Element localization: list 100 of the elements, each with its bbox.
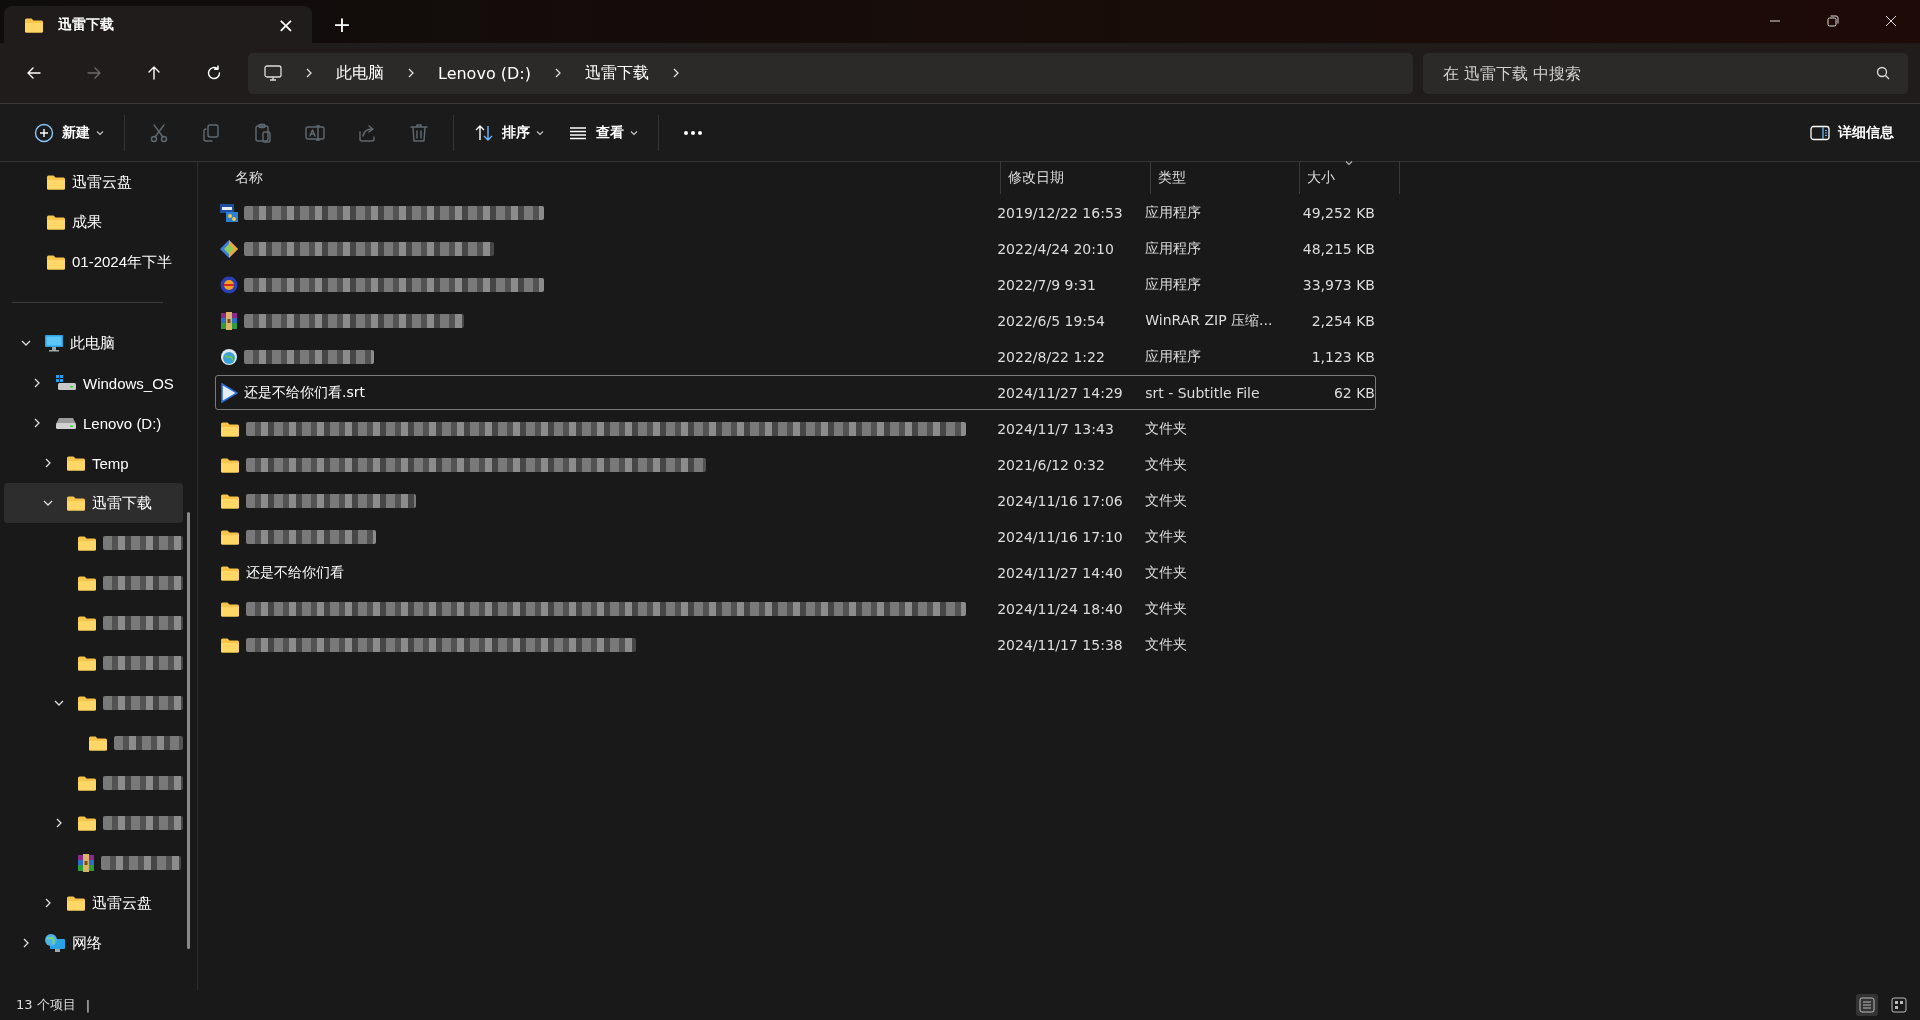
table-cell-text: 62 KB	[1332, 384, 1375, 401]
application-icon	[220, 239, 238, 258]
plus-circle-icon	[34, 122, 54, 143]
file-row[interactable]: 2024/11/16 17:06 文件夹	[215, 483, 1376, 518]
table-cell-text: 2024/11/16 17:10	[996, 528, 1124, 545]
folder-icon	[66, 495, 86, 511]
file-row[interactable]: 2024/11/7 13:43 文件夹	[215, 411, 1376, 446]
item-count: 13 个项目	[16, 996, 76, 1014]
table-cell-text: 应用程序	[1144, 239, 1203, 258]
tab[interactable]: 迅雷下载 ×	[4, 6, 312, 43]
archive-icon	[220, 311, 238, 330]
trash-icon	[409, 122, 429, 143]
table-cell-text: 33,973 KB	[1301, 276, 1375, 293]
folder-icon	[220, 564, 240, 581]
folder-icon	[77, 775, 97, 791]
file-row[interactable]: 2024/11/17 15:38 文件夹	[215, 627, 1376, 662]
clipboard-icon	[253, 122, 273, 143]
table-cell-text: 2021/6/12 0:32	[996, 456, 1106, 473]
monitor-icon	[44, 334, 64, 352]
table-cell-text: 应用程序	[1144, 275, 1203, 294]
breadcrumb-item[interactable]: 迅雷下载	[584, 62, 649, 84]
tiles-view-button[interactable]	[1888, 994, 1910, 1016]
refresh-icon	[206, 65, 222, 81]
file-row[interactable]: 还是不给你们看.srt 2024/11/27 14:29 srt - Subtitle File 62 KB	[215, 375, 1376, 410]
folder-icon	[66, 455, 86, 471]
breadcrumb-item[interactable]: 此电脑	[336, 62, 384, 84]
new-button[interactable]: 新建	[28, 112, 110, 153]
close-icon	[1885, 14, 1897, 27]
search-icon[interactable]	[1876, 66, 1890, 80]
search-field[interactable]: 在 迅雷下载 中搜索	[1423, 52, 1908, 94]
column-header[interactable]: 名称	[215, 162, 1001, 194]
folder-icon	[77, 615, 97, 631]
table-cell-text: 文件夹	[1144, 419, 1189, 438]
tree-item[interactable]: 迅雷云盘	[4, 883, 183, 923]
folder-icon	[24, 16, 44, 33]
table-cell-text: 2024/11/27 14:29	[996, 384, 1124, 401]
tree-item[interactable]: Lenovo (D:)	[4, 403, 183, 443]
view-button[interactable]: 查看	[562, 112, 644, 153]
search-input[interactable]: 在 迅雷下载 中搜索	[1441, 62, 1876, 84]
table-cell-text: 文件夹	[1144, 635, 1189, 654]
table-cell-text: 2019/12/22 16:53	[996, 204, 1124, 221]
new-tab-button[interactable]: +	[322, 6, 362, 43]
network-icon	[44, 933, 66, 953]
tree-item[interactable]: 迅雷下载	[4, 483, 183, 523]
folder-icon	[46, 174, 66, 190]
table-cell-text: WinRAR ZIP 压缩...	[1144, 311, 1274, 330]
file-row[interactable]: 2022/7/9 9:31 应用程序 33,973 KB	[215, 267, 1376, 302]
scrollbar[interactable]	[187, 512, 190, 949]
file-row[interactable]: 2022/4/24 20:10 应用程序 48,215 KB	[215, 231, 1376, 266]
restore-icon	[1827, 14, 1839, 27]
table-cell-text: srt - Subtitle File	[1144, 384, 1261, 401]
table-cell-text: 2024/11/24 18:40	[996, 600, 1124, 617]
caret-icon	[536, 129, 544, 136]
file-name: 还是不给你们看.srt	[244, 383, 365, 402]
table-cell-text: 文件夹	[1144, 455, 1189, 474]
table-cell-text: 2024/11/17 15:38	[996, 636, 1124, 653]
file-row[interactable]: 2024/11/24 18:40 文件夹	[215, 591, 1376, 626]
tree-item[interactable]: 此电脑	[4, 323, 183, 363]
folder-icon	[220, 420, 240, 437]
forward-icon	[86, 65, 102, 81]
table-cell-text: 2022/8/22 1:22	[996, 348, 1106, 365]
list-icon	[1859, 997, 1875, 1013]
table-cell-text: 文件夹	[1144, 563, 1189, 582]
file-row[interactable]: 2019/12/22 16:53 应用程序 49,252 KB	[215, 195, 1376, 230]
sidebar-item[interactable]: 迅雷云盘	[4, 162, 183, 202]
tree-item[interactable]: Temp	[4, 443, 183, 483]
chevron-icon	[304, 68, 314, 78]
archive-icon	[77, 854, 95, 872]
sort-button[interactable]: 排序	[468, 112, 550, 153]
status-separator: |	[85, 997, 91, 1013]
column-header[interactable]: 大小	[1300, 162, 1400, 194]
folder-icon	[220, 600, 240, 617]
tree-item[interactable]: 网络	[4, 923, 183, 963]
breadcrumb-item[interactable]: Lenovo (D:)	[438, 63, 531, 83]
address-bar[interactable]: 此电脑 Lenovo (D:) 迅雷下载	[248, 52, 1413, 94]
details-pane-button[interactable]: 详细信息	[1804, 112, 1900, 153]
folder-icon	[220, 528, 240, 545]
file-row[interactable]: 还是不给你们看 2024/11/27 14:40 文件夹	[215, 555, 1376, 590]
computer-icon	[264, 65, 282, 81]
table-cell-text: 2,254 KB	[1310, 312, 1375, 329]
file-row[interactable]: 2022/6/5 19:54 WinRAR ZIP 压缩... 2,254 KB	[215, 303, 1376, 338]
file-row[interactable]: 2024/11/16 17:10 文件夹	[215, 519, 1376, 554]
close-tab-button[interactable]: ×	[274, 12, 298, 37]
play-file-icon	[220, 382, 238, 403]
sidebar-item[interactable]: 01-2024年下半	[4, 242, 183, 282]
chevron-icon	[406, 68, 416, 78]
folder-icon	[46, 214, 66, 230]
column-header[interactable]: 修改日期	[1001, 162, 1151, 194]
sidebar-item[interactable]: 成果	[4, 202, 183, 242]
folder-icon	[46, 254, 66, 270]
file-row[interactable]: 2022/8/22 1:22 应用程序 1,123 KB	[215, 339, 1376, 374]
column-header[interactable]: 类型	[1151, 162, 1300, 194]
application-icon	[220, 275, 238, 294]
table-cell-text: 应用程序	[1144, 203, 1203, 222]
tree-item[interactable]: Windows_OS	[4, 363, 183, 403]
folder-icon	[220, 636, 240, 653]
table-cell-text: 应用程序	[1144, 347, 1203, 366]
caret-icon	[96, 129, 104, 136]
details-view-button[interactable]	[1856, 994, 1878, 1016]
file-row[interactable]: 2021/6/12 0:32 文件夹	[215, 447, 1376, 482]
